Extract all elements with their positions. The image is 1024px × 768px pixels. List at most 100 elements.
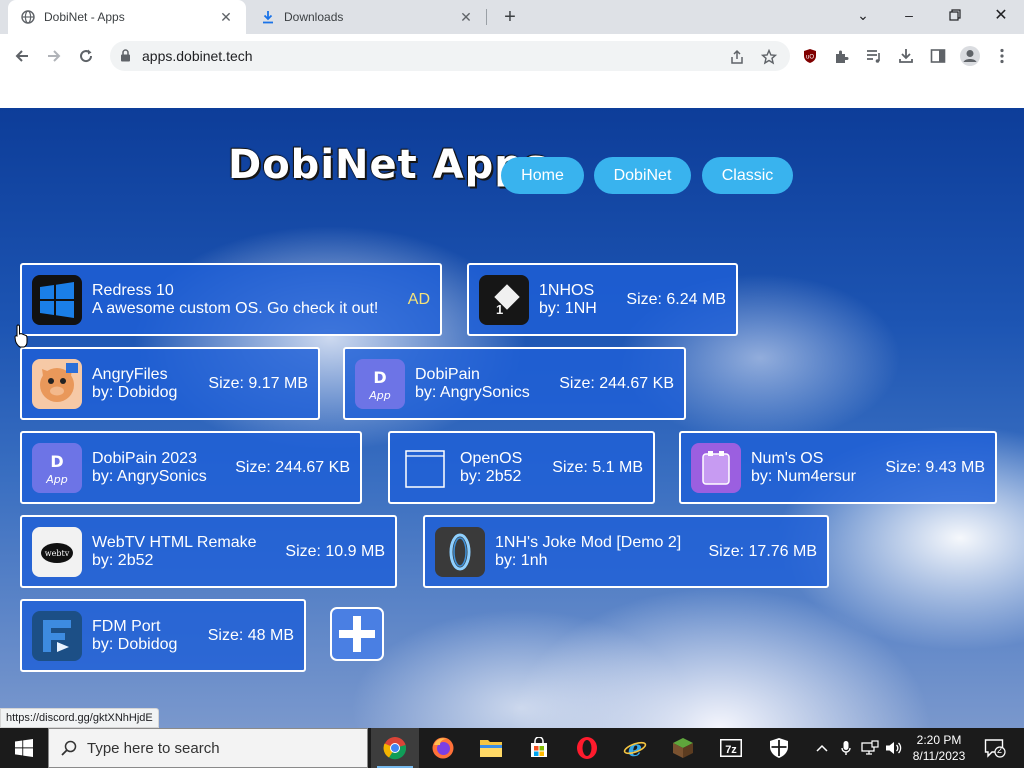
app-name: Num's OS: [751, 450, 824, 467]
app-author: by: 2b52: [460, 468, 522, 485]
svg-text:1: 1: [496, 302, 503, 317]
ublock-extension-icon[interactable]: uO: [797, 43, 823, 69]
svg-text:7z: 7z: [725, 744, 737, 756]
tab-search-icon[interactable]: ⌄: [840, 0, 886, 30]
taskbar-microsoft-store[interactable]: [515, 728, 563, 768]
opera-icon: [577, 737, 597, 759]
nav-classic-button[interactable]: Classic: [702, 157, 793, 194]
taskbar-internet-explorer[interactable]: e: [611, 728, 659, 768]
app-size: Size: 5.1 MB: [552, 459, 643, 476]
volume-icon[interactable]: [884, 738, 904, 758]
app-card-1nhos[interactable]: 1 1NHOS by: 1NH Size: 6.24 MB: [467, 263, 738, 336]
menu-kebab-icon[interactable]: [989, 43, 1015, 69]
minimize-button[interactable]: –: [886, 0, 932, 30]
app-author: by: Num4ersur: [751, 468, 856, 485]
lock-icon[interactable]: [120, 49, 131, 67]
app-card-webtv-html-remake[interactable]: webtv WebTV HTML Remake by: 2b52 Size: 1…: [20, 515, 397, 588]
restore-button[interactable]: [932, 0, 978, 30]
mouse-pointer-icon: [14, 324, 28, 353]
app-name: DobiPain 2023: [92, 450, 197, 467]
profile-avatar-icon[interactable]: [957, 43, 983, 69]
app-card-1nh-joke-mod[interactable]: 1NH's Joke Mod [Demo 2] by: 1nh Size: 17…: [423, 515, 829, 588]
tab-downloads[interactable]: Downloads ✕: [248, 0, 486, 34]
microphone-icon[interactable]: [836, 738, 856, 758]
start-button[interactable]: [0, 728, 48, 768]
back-button[interactable]: [9, 43, 35, 69]
close-window-button[interactable]: ✕: [978, 0, 1024, 30]
search-icon: [61, 740, 77, 756]
tab-dobinet-apps[interactable]: DobiNet - Apps ✕: [8, 0, 246, 34]
plus-icon: [339, 616, 375, 652]
portal-icon: [435, 527, 485, 577]
app-size: Size: 9.17 MB: [208, 375, 308, 392]
taskbar-7zip[interactable]: 7z: [707, 728, 755, 768]
site-logo[interactable]: DobiNet Apps: [228, 142, 549, 188]
app-name: AngryFiles: [92, 366, 168, 383]
download-icon[interactable]: [893, 43, 919, 69]
tray-chevron-up-icon[interactable]: [812, 738, 832, 758]
app-size: Size: 244.67 KB: [235, 459, 350, 476]
dobipain-app-icon: D App: [32, 443, 82, 493]
app-size: Size: 17.76 MB: [708, 543, 818, 560]
add-app-button[interactable]: [330, 607, 384, 661]
nav-home-button[interactable]: Home: [501, 157, 584, 194]
app-card-nums-os[interactable]: Num's OS by: Num4ersur Size: 9.43 MB: [679, 431, 997, 504]
app-card-dobipain-2023[interactable]: D App DobiPain 2023 by: AngrySonics Size:…: [20, 431, 362, 504]
close-icon[interactable]: ✕: [458, 9, 474, 25]
extensions-puzzle-icon[interactable]: [829, 43, 855, 69]
app-size: Size: 9.43 MB: [885, 459, 985, 476]
notification-count: 2: [997, 745, 1003, 755]
tab-title: DobiNet - Apps: [44, 10, 125, 24]
ad-badge: AD: [407, 291, 430, 308]
shield-icon: [770, 738, 788, 758]
windows-start-icon: [15, 739, 33, 757]
windows-taskbar: Type here to search e 7z 2:20 PM 8/11/20…: [0, 728, 1024, 768]
taskbar-windows-security[interactable]: [755, 728, 803, 768]
taskbar-opera[interactable]: [563, 728, 611, 768]
taskbar-search-box[interactable]: Type here to search: [48, 728, 368, 768]
taskbar-file-explorer[interactable]: [467, 728, 515, 768]
svg-text:uO: uO: [806, 55, 814, 61]
app-author: by: Dobidog: [92, 636, 178, 653]
share-icon[interactable]: [727, 47, 747, 67]
app-card-redress-10[interactable]: Redress 10 A awesome custom OS. Go check…: [20, 263, 442, 336]
app-card-openos[interactable]: OpenOS by: 2b52 Size: 5.1 MB: [388, 431, 655, 504]
7zip-icon: 7z: [720, 739, 742, 757]
side-panel-icon[interactable]: [925, 43, 951, 69]
taskbar-clock[interactable]: 2:20 PM 8/11/2023: [906, 732, 972, 764]
app-card-dobipain[interactable]: D App DobiPain by: AngrySonics Size: 244.…: [343, 347, 686, 420]
store-icon: [531, 737, 547, 757]
action-center-button[interactable]: 2: [980, 736, 1010, 760]
bookmark-star-icon[interactable]: [759, 47, 779, 67]
app-name: FDM Port: [92, 618, 161, 635]
internet-explorer-icon: e: [623, 736, 647, 760]
new-tab-button[interactable]: +: [498, 5, 522, 29]
close-icon[interactable]: ✕: [218, 9, 234, 25]
svg-text:App: App: [45, 473, 68, 486]
taskbar-minecraft[interactable]: [659, 728, 707, 768]
address-bar[interactable]: apps.dobinet.tech: [110, 41, 790, 71]
link-status-bubble: https://discord.gg/gktXNhHjdE: [0, 708, 159, 728]
notification-icon: [984, 739, 1006, 758]
app-name: OpenOS: [460, 450, 523, 467]
clock-date: 8/11/2023: [912, 749, 966, 763]
app-author: by: 2b52: [92, 552, 154, 569]
reload-button[interactable]: [73, 43, 99, 69]
app-size: Size: 6.24 MB: [626, 291, 726, 308]
nav-dobinet-button[interactable]: DobiNet: [594, 157, 691, 194]
taskbar-firefox[interactable]: [419, 728, 467, 768]
forward-button[interactable]: [41, 43, 67, 69]
dobipain-app-icon: D App: [355, 359, 405, 409]
app-card-angryfiles[interactable]: AngryFiles by: Dobidog Size: 9.17 MB: [20, 347, 320, 420]
network-icon[interactable]: [860, 738, 880, 758]
nums-os-icon: [691, 443, 741, 493]
taskbar-chrome[interactable]: [371, 728, 419, 768]
folder-window-icon: [400, 443, 450, 493]
tab-divider: [486, 9, 487, 25]
app-author: by: 1NH: [539, 300, 597, 317]
svg-text:e: e: [628, 736, 642, 760]
app-card-fdm-port[interactable]: FDM Port by: Dobidog Size: 48 MB: [20, 599, 306, 672]
media-queue-icon[interactable]: [861, 43, 887, 69]
chrome-icon: [383, 737, 407, 760]
svg-text:webtv: webtv: [45, 549, 70, 558]
